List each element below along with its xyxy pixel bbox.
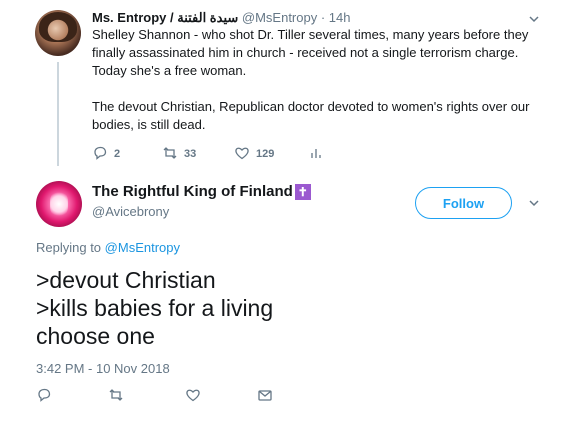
main-tweet: The Rightful King of Finland ✝ @Avicebro… xyxy=(0,170,566,426)
analytics-button[interactable] xyxy=(308,146,324,162)
cross-emoji-icon: ✝ xyxy=(294,183,311,200)
retweet-icon xyxy=(108,387,124,408)
parent-tweet-header: Ms. Entropy / سيدة الفتنة @MsEntropy · 1… xyxy=(92,10,350,26)
tweet-timestamp[interactable]: 3:42 PM - 10 Nov 2018 xyxy=(36,361,170,376)
chevron-down-icon[interactable] xyxy=(527,12,541,26)
like-button[interactable]: 129 xyxy=(234,146,274,162)
follow-button[interactable]: Follow xyxy=(415,187,512,219)
avatar[interactable] xyxy=(35,10,81,56)
reply-button[interactable] xyxy=(36,387,52,408)
retweet-button[interactable]: 33 xyxy=(162,146,196,162)
retweet-button[interactable] xyxy=(108,387,124,408)
like-count: 129 xyxy=(256,148,275,160)
tweet-line: >devout Christian xyxy=(36,267,216,293)
analytics-icon xyxy=(308,145,324,164)
reply-icon xyxy=(92,145,108,164)
avatar[interactable] xyxy=(36,181,82,227)
tweet-paragraph: Shelley Shannon - who shot Dr. Tiller se… xyxy=(92,27,529,78)
envelope-icon xyxy=(257,387,273,408)
retweet-icon xyxy=(162,145,178,164)
mention-link[interactable]: @MsEntropy xyxy=(105,240,180,255)
replying-to-label: Replying to xyxy=(36,240,102,255)
like-button[interactable] xyxy=(185,389,201,405)
author-name-row[interactable]: The Rightful King of Finland ✝ xyxy=(92,183,311,200)
heart-icon xyxy=(234,145,250,164)
tweet-line: >kills babies for a living xyxy=(36,295,274,321)
parent-tweet-text: Shelley Shannon - who shot Dr. Tiller se… xyxy=(92,26,542,134)
author-handle-time[interactable]: @MsEntropy · 14h xyxy=(242,10,351,25)
reply-button[interactable]: 2 xyxy=(92,146,120,162)
reply-icon xyxy=(36,387,52,408)
replying-to: Replying to @MsEntropy xyxy=(36,240,180,255)
parent-tweet[interactable]: Ms. Entropy / سيدة الفتنة @MsEntropy · 1… xyxy=(0,0,566,170)
tweet-line: choose one xyxy=(36,323,155,349)
author-name[interactable]: The Rightful King of Finland xyxy=(92,183,293,200)
tweet-text: >devout Christian >kills babies for a li… xyxy=(36,266,273,350)
heart-icon xyxy=(185,387,201,408)
thread-connector-line xyxy=(57,62,59,166)
chevron-down-icon[interactable] xyxy=(527,196,541,210)
tweet-paragraph: The devout Christian, Republican doctor … xyxy=(92,99,530,132)
direct-message-button[interactable] xyxy=(257,389,273,405)
retweet-count: 33 xyxy=(184,148,197,160)
author-name[interactable]: Ms. Entropy / سيدة الفتنة xyxy=(92,10,238,25)
author-handle[interactable]: @Avicebrony xyxy=(92,204,169,219)
reply-count: 2 xyxy=(114,148,121,160)
